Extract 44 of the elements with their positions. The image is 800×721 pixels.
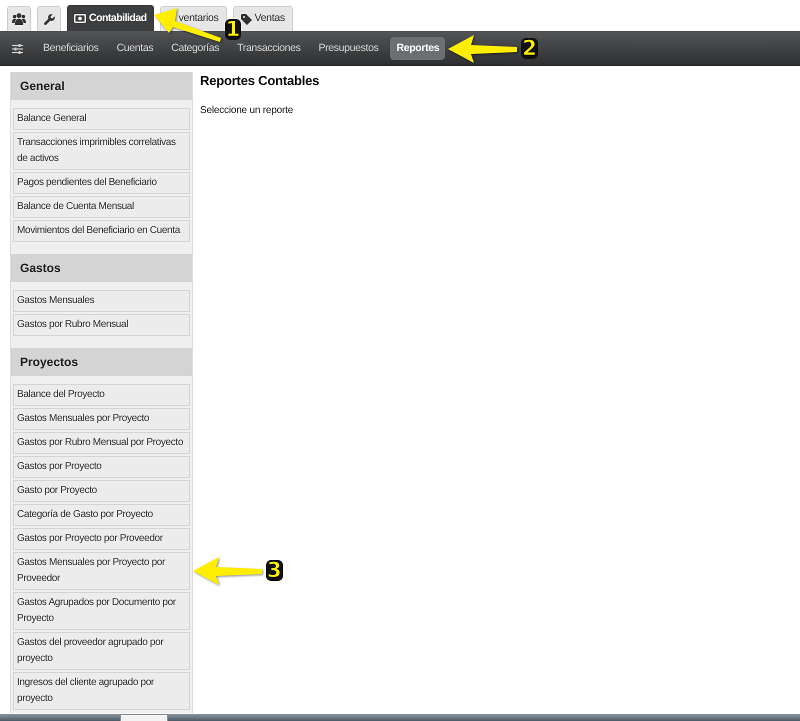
arrow-icon (192, 556, 262, 586)
callout-number: 3 (266, 560, 283, 581)
callout-number: 2 (521, 38, 538, 58)
report-list-item[interactable]: Balance de Cuenta Mensual (13, 196, 190, 218)
nav-link[interactable]: Presupuestos (312, 37, 384, 60)
scrollbar-thumb[interactable] (120, 714, 168, 721)
report-list-item[interactable]: Gastos por Proyecto por Proveedor (13, 528, 190, 550)
report-list-item[interactable]: Gastos por Rubro Mensual (13, 314, 190, 336)
nav-link[interactable]: Categorías (165, 37, 226, 60)
report-list-item[interactable]: Pagos pendientes del Beneficiario (13, 172, 190, 194)
report-list-item[interactable]: Transacciones imprimibles correlativas de activos (13, 132, 190, 170)
instruction-text: Seleccione un reporte (200, 104, 294, 118)
users-icon (12, 13, 26, 25)
report-list-item[interactable]: Gastos Mensuales por Proyecto por Proveedor (13, 552, 190, 590)
report-list-item[interactable]: Ingresos del cliente agrupado por proyecto (13, 672, 190, 710)
tab[interactable]: Contabilidad (67, 5, 154, 31)
report-list-item[interactable]: Balance General (13, 108, 190, 130)
report-list-item[interactable]: Gastos Mensuales por Proyecto (13, 408, 190, 430)
report-list-item[interactable]: Gastos Mensuales (13, 290, 190, 312)
section-header: Proyectos (11, 348, 192, 376)
nav-link[interactable]: Beneficiarios (37, 37, 105, 60)
report-list-item[interactable]: Movimientos del Beneficiario en Cuenta (13, 220, 190, 242)
report-list-item[interactable]: Categoría de Gasto por Proyecto (13, 504, 190, 526)
nav-link[interactable]: Cuentas (110, 37, 160, 60)
tag-icon (240, 14, 252, 24)
section-header: General (11, 72, 192, 100)
banknote-icon (74, 14, 86, 23)
nav-link[interactable]: Transacciones (231, 37, 306, 60)
report-list-item[interactable]: Gasto por Proyecto (13, 480, 190, 502)
report-list-item[interactable]: Gastos del proveedor agrupado por proyecto (13, 632, 190, 670)
tab[interactable] (7, 6, 31, 31)
report-list-item[interactable]: Balance del Proyecto (13, 384, 190, 406)
wrench-icon (44, 14, 54, 24)
report-list-item[interactable]: Gastos por Proyecto (13, 456, 190, 478)
section-header: Gastos (11, 254, 192, 282)
page-title: Reportes Contables (200, 72, 320, 90)
callout-number: 1 (224, 19, 242, 40)
report-list-item[interactable]: Gastos Agrupados por Documento por Proyecto (13, 592, 190, 630)
arrow-icon (152, 6, 223, 44)
arrow-icon (447, 34, 518, 64)
report-list-item[interactable]: Gastos por Rubro Mensual por Proyecto (13, 432, 190, 454)
tab[interactable] (37, 6, 61, 31)
sliders-icon[interactable] (12, 44, 23, 54)
nav-link[interactable]: Reportes (390, 37, 446, 60)
